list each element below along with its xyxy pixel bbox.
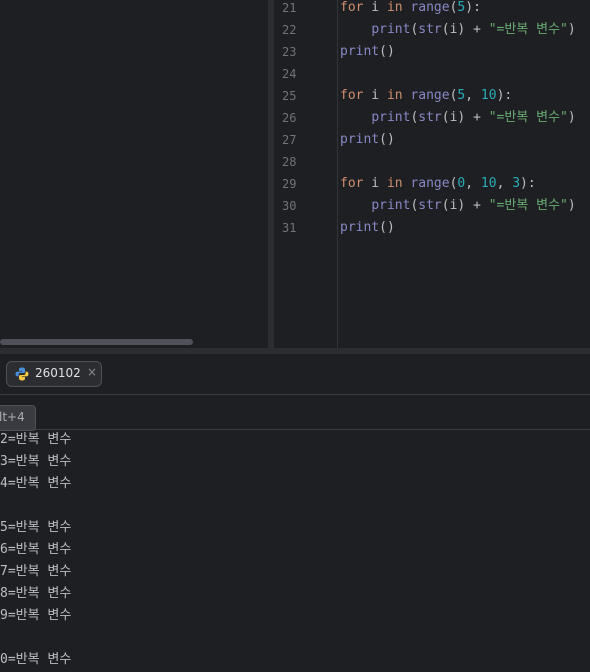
console-output-line: 5=반복 변수 <box>0 520 72 535</box>
code-token: ): <box>520 176 536 191</box>
console-output-line: 4=반복 변수 <box>0 476 72 491</box>
code-token: print <box>371 198 411 213</box>
code-token: print <box>340 220 380 235</box>
code-line[interactable]: 22 print(str(i) + "=반복 변수") <box>274 19 590 41</box>
code-token: "=반복 변수" <box>488 110 568 125</box>
code-token: in <box>386 176 403 191</box>
code-token: print <box>371 110 411 125</box>
code-text: print(str(i) + "=반복 변수") <box>340 195 576 217</box>
console-output-line: 9=반복 변수 <box>0 608 72 623</box>
code-token: (i) + <box>441 198 489 213</box>
code-token: for <box>340 176 364 191</box>
code-token: i <box>363 0 387 15</box>
line-number: 23 <box>282 45 297 59</box>
line-number: 21 <box>282 1 297 15</box>
run-tab-label: 260102 <box>35 366 81 380</box>
code-token: (i) + <box>441 22 489 37</box>
code-token: str <box>418 22 442 37</box>
code-line[interactable]: 21 for i in range(5): <box>274 0 590 19</box>
code-token: , <box>465 88 481 103</box>
code-token: "=반복 변수" <box>488 22 568 37</box>
project-pane <box>0 0 269 348</box>
code-token: ) <box>567 110 576 125</box>
code-line[interactable]: 27 print() <box>274 129 590 151</box>
console-output-line: 6=반복 변수 <box>0 542 72 557</box>
code-token: range <box>410 0 450 15</box>
code-line[interactable]: 24 <box>274 63 590 85</box>
code-token: str <box>418 198 442 213</box>
code-token: ): <box>496 88 513 103</box>
code-token: print <box>371 22 411 37</box>
line-number: 22 <box>282 23 297 37</box>
line-number: 25 <box>282 89 297 103</box>
code-text: print() <box>340 217 395 239</box>
code-token: 10 <box>480 176 497 191</box>
code-line[interactable]: 25 for i in range(5, 10): <box>274 85 590 107</box>
code-text: print() <box>340 41 395 63</box>
line-number: 26 <box>282 111 297 125</box>
code-text: print() <box>340 129 395 151</box>
code-token: str <box>418 110 442 125</box>
code-token: in <box>386 0 403 15</box>
code-token: ): <box>465 0 481 15</box>
console-output-line: 8=반복 변수 <box>0 586 72 601</box>
code-text: for i in range(5): <box>340 0 481 19</box>
code-token: 3 <box>512 176 521 191</box>
code-text: print(str(i) + "=반복 변수") <box>340 19 576 41</box>
code-token: print <box>340 44 380 59</box>
code-line[interactable]: 28 <box>274 151 590 173</box>
console-output-line: 0=반복 변수 <box>0 652 72 667</box>
code-text: for i in range(5, 10): <box>340 85 512 107</box>
code-token: print <box>340 132 380 147</box>
console-output-line: 7=반복 변수 <box>0 564 72 579</box>
code-token: for <box>340 0 364 15</box>
python-icon <box>15 367 29 381</box>
code-line[interactable]: 31 print() <box>274 217 590 239</box>
code-line[interactable]: 26 print(str(i) + "=반복 변수") <box>274 107 590 129</box>
code-token: i <box>363 176 387 191</box>
code-token: () <box>379 220 395 235</box>
toolbar-divider <box>0 394 590 395</box>
line-number: 31 <box>282 221 297 235</box>
code-token: ) <box>567 198 576 213</box>
close-icon[interactable]: × <box>87 365 97 379</box>
code-token: () <box>379 132 395 147</box>
code-text: for i in range(0, 10, 3): <box>340 173 536 195</box>
code-token: i <box>363 88 387 103</box>
line-number: 29 <box>282 177 297 191</box>
console-output-line: 3=반복 변수 <box>0 454 72 469</box>
code-line[interactable]: 23 print() <box>274 41 590 63</box>
code-token: , <box>496 176 513 191</box>
code-token: (i) + <box>441 110 489 125</box>
line-number: 28 <box>282 155 297 169</box>
tooltip-text: lt+4 <box>0 410 25 424</box>
run-panel <box>0 354 590 672</box>
code-token: "=반복 변수" <box>488 198 568 213</box>
shortcut-tooltip: lt+4 <box>0 405 36 431</box>
code-token: , <box>465 176 481 191</box>
line-number: 24 <box>282 67 297 81</box>
output-divider <box>0 429 590 430</box>
line-number: 27 <box>282 133 297 147</box>
code-line[interactable]: 30 print(str(i) + "=반복 변수") <box>274 195 590 217</box>
line-number: 30 <box>282 199 297 213</box>
run-tab[interactable]: 260102 × <box>6 361 102 387</box>
code-text: print(str(i) + "=반복 변수") <box>340 107 576 129</box>
code-token: () <box>379 44 395 59</box>
code-token: range <box>410 176 450 191</box>
code-line[interactable]: 29 for i in range(0, 10, 3): <box>274 173 590 195</box>
code-token: 10 <box>480 88 497 103</box>
code-token: for <box>340 88 364 103</box>
code-token: ) <box>567 22 576 37</box>
horizontal-scrollbar[interactable] <box>0 339 193 345</box>
console-output-line: 2=반복 변수 <box>0 432 72 447</box>
code-token: range <box>410 88 450 103</box>
code-token: in <box>386 88 403 103</box>
